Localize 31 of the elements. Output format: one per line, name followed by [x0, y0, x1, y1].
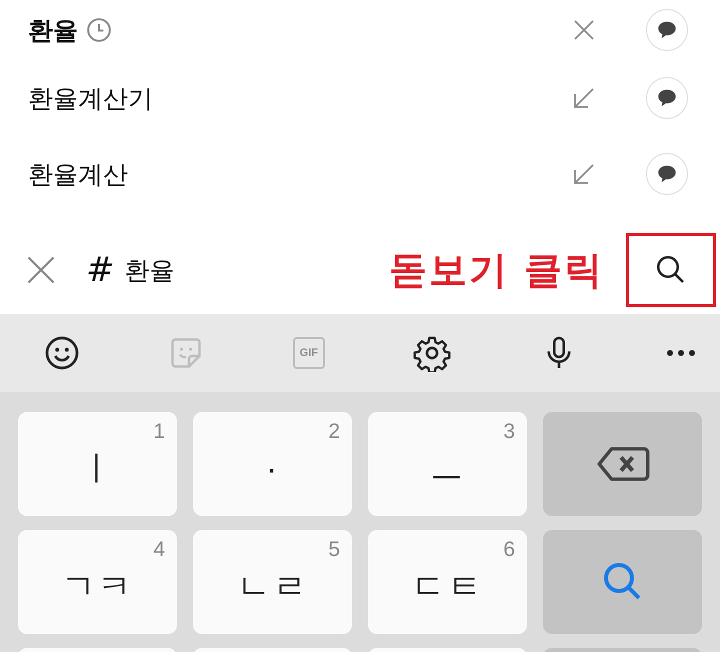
keyboard-key[interactable]: 2 · [193, 412, 352, 516]
close-icon[interactable] [26, 255, 56, 285]
speech-bubble-icon [656, 19, 678, 41]
clock-icon [86, 17, 112, 43]
more-icon [666, 349, 696, 357]
settings-icon [413, 334, 452, 372]
speech-bubble-button[interactable] [646, 77, 688, 119]
smiley-icon [44, 335, 80, 371]
keyboard-key[interactable]: 5 ㄴㄹ [193, 530, 352, 634]
speech-bubble-icon [656, 163, 678, 185]
annotation-text: 돋보기 클릭 [388, 246, 604, 294]
speech-bubble-button[interactable] [646, 9, 688, 51]
speech-bubble-icon [656, 87, 678, 109]
arrow-icon[interactable] [572, 86, 596, 110]
more-button[interactable] [666, 349, 696, 357]
keyboard-key[interactable]: 3 ㅡ [368, 412, 527, 516]
arrow-icon[interactable] [572, 162, 596, 186]
settings-button[interactable] [413, 334, 452, 372]
backspace-icon [596, 445, 650, 483]
keyboard-key[interactable]: 1 ㅣ [18, 412, 177, 516]
search-field[interactable]: # 환율 [86, 250, 389, 290]
speech-bubble-button[interactable] [646, 153, 688, 195]
suggestion-text[interactable]: 환율 [28, 14, 78, 46]
search-button[interactable] [626, 233, 716, 307]
emoji-button[interactable] [44, 335, 80, 371]
keyboard-key[interactable]: 4 ㄱㅋ [18, 530, 177, 634]
close-icon[interactable] [572, 18, 596, 42]
suggestion-text[interactable]: 환율계산 [28, 158, 128, 190]
keyboard-key[interactable]: 6 ㄷㅌ [368, 530, 527, 634]
suggestion-text[interactable]: 환율계산기 [28, 82, 153, 114]
backspace-key[interactable] [543, 412, 702, 516]
